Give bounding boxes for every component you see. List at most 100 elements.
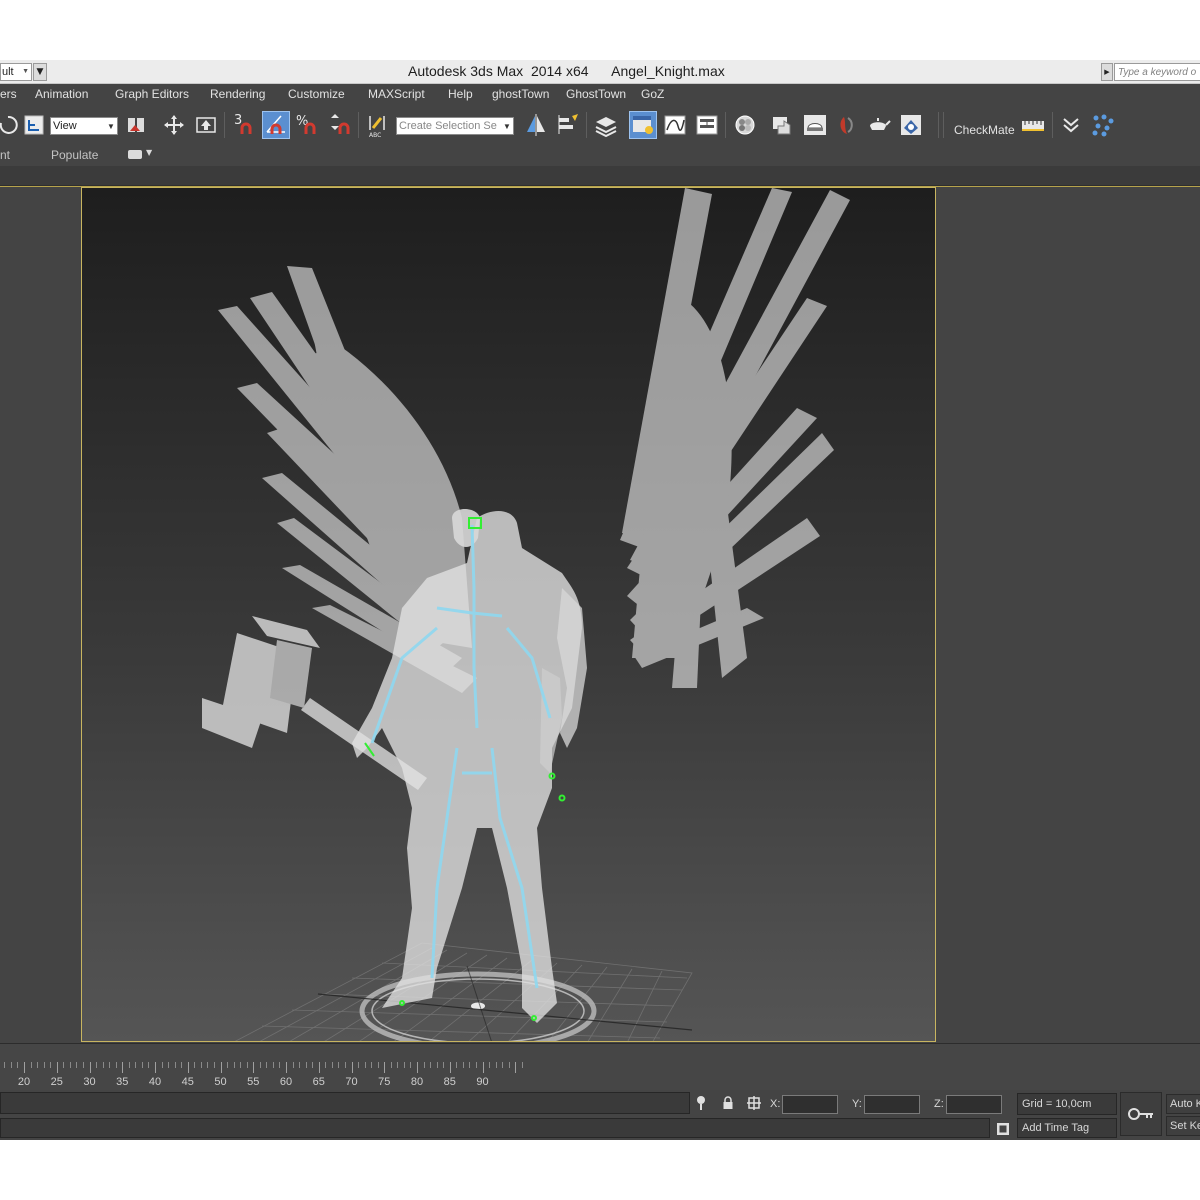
align-icon[interactable]: [554, 111, 582, 139]
y-coordinate-input[interactable]: [864, 1095, 920, 1114]
timeline-frame-label: 65: [312, 1076, 325, 1088]
menu-views[interactable]: ers: [0, 87, 17, 101]
select-rotate-icon[interactable]: [0, 111, 22, 139]
angle-snap-icon[interactable]: [262, 111, 290, 139]
checkmate-label[interactable]: CheckMate: [954, 123, 1015, 137]
particle-icon[interactable]: [1089, 111, 1117, 139]
timeline-frame-label: 50: [214, 1076, 227, 1088]
timeline-tick: [240, 1062, 242, 1068]
timeline-tick: [155, 1062, 156, 1073]
timeline-tick: [344, 1062, 346, 1068]
render-iterative-icon[interactable]: [865, 111, 893, 139]
edit-named-selection-icon[interactable]: ABC: [363, 111, 391, 139]
timeline-tick: [312, 1062, 314, 1068]
layer-manager-icon[interactable]: [592, 111, 620, 139]
set-key-mode-button[interactable]: Set Ke: [1166, 1116, 1200, 1136]
render-production-icon[interactable]: [833, 111, 861, 139]
timeline-tick: [148, 1062, 150, 1068]
menu-customize[interactable]: Customize: [288, 87, 345, 101]
timeline-tick: [462, 1062, 464, 1068]
toolbar-separator: [358, 112, 359, 138]
timeline-frame-label: 90: [476, 1076, 489, 1088]
place-icon[interactable]: [192, 111, 220, 139]
pivot-icon[interactable]: [122, 111, 150, 139]
render-setup-icon[interactable]: [769, 111, 797, 139]
reference-coord-icon[interactable]: [20, 111, 48, 139]
menu-ghosttown[interactable]: ghostTown: [492, 87, 549, 101]
material-editor-icon[interactable]: [731, 111, 759, 139]
auto-key-label: Auto K: [1170, 1098, 1200, 1110]
timeline-tick: [364, 1062, 366, 1068]
z-coordinate-input[interactable]: [946, 1095, 1002, 1114]
ruler-icon[interactable]: [1019, 111, 1047, 139]
perspective-viewport[interactable]: [81, 187, 936, 1042]
schematic-view-icon[interactable]: [693, 111, 721, 139]
search-expand-icon[interactable]: ▶: [1101, 63, 1113, 81]
maxscript-listener[interactable]: [0, 1092, 690, 1114]
timeline-tick: [331, 1062, 333, 1068]
add-time-tag-button[interactable]: Add Time Tag: [1017, 1118, 1117, 1138]
timeline-frame-label: 30: [83, 1076, 96, 1088]
named-selection-value: Create Selection Se: [399, 120, 497, 132]
timeline-frame-label: 70: [345, 1076, 358, 1088]
timeline-tick: [109, 1062, 111, 1068]
set-key-button[interactable]: [1120, 1092, 1162, 1136]
isolate-selection-icon[interactable]: [693, 1095, 709, 1111]
snap-toggle-icon[interactable]: 3: [230, 111, 258, 139]
timeline-tick: [259, 1062, 261, 1068]
move-icon[interactable]: [160, 111, 188, 139]
timeline-frame-label: 55: [247, 1076, 260, 1088]
x-coordinate-input[interactable]: [782, 1095, 838, 1114]
timeline-tick: [515, 1062, 517, 1073]
chevron-down-icon[interactable]: [1057, 111, 1085, 139]
ribbon-tab-populate[interactable]: Populate: [51, 148, 98, 162]
toolbar-separator: [586, 112, 587, 138]
mirror-icon[interactable]: [522, 111, 550, 139]
menu-graph-editors[interactable]: Graph Editors: [115, 87, 189, 101]
ribbon-panel: [0, 166, 1200, 186]
menu-goz[interactable]: GoZ: [641, 87, 664, 101]
curve-editor-icon[interactable]: [661, 111, 689, 139]
ribbon-toggle-icon[interactable]: [128, 150, 142, 159]
auto-key-button[interactable]: Auto K: [1166, 1094, 1200, 1114]
timeline-frame-label: 40: [148, 1076, 162, 1088]
menu-ghosttown-2[interactable]: GhostTown: [566, 87, 626, 101]
timeline-tick: [318, 1062, 320, 1073]
spinner-snap-icon[interactable]: [326, 111, 354, 139]
teapot-icon[interactable]: [897, 111, 925, 139]
toggle-scene-explorer-icon[interactable]: [629, 111, 657, 139]
quick-access-dropdown-icon[interactable]: ▼: [33, 63, 47, 81]
time-tag-icon[interactable]: [995, 1121, 1011, 1137]
timeline-frame-label: 75: [378, 1076, 391, 1088]
right-wing: [620, 188, 850, 688]
timeline-tick: [475, 1062, 477, 1068]
menu-help[interactable]: Help: [448, 87, 473, 101]
menu-maxscript[interactable]: MAXScript: [368, 87, 425, 101]
workspace-dropdown[interactable]: ult ▼: [0, 63, 32, 81]
timeline-tick: [43, 1062, 45, 1068]
timeline-frame-label: 60: [279, 1076, 293, 1088]
rendered-frame-icon[interactable]: [801, 111, 829, 139]
percent-snap-icon[interactable]: %: [294, 111, 322, 139]
timeline-tick: [266, 1062, 268, 1068]
set-key-label: Set Ke: [1170, 1120, 1200, 1132]
viewport-area: [0, 186, 1200, 1043]
named-selection-dropdown[interactable]: Create Selection Se ▼: [396, 117, 514, 135]
main-toolbar: View ▼ 3 % ABC Create Selection Se ▼ Che…: [0, 106, 1200, 144]
chevron-down-icon: ▼: [502, 119, 512, 133]
timeline-tick: [63, 1062, 65, 1068]
time-slider-trackbar[interactable]: 20 25 30 35 40 45 50 55 60 65 70 75 80 85 90: [0, 1043, 1200, 1090]
toolbar-separator: [725, 112, 726, 138]
timeline-tick: [436, 1062, 438, 1068]
menu-rendering[interactable]: Rendering: [210, 87, 265, 101]
search-input[interactable]: [1114, 63, 1200, 81]
timeline-tick: [469, 1062, 471, 1068]
timeline-tick: [489, 1062, 491, 1068]
ribbon-tab-object-paint[interactable]: nt: [0, 148, 10, 162]
chevron-down-icon[interactable]: ▼: [146, 148, 152, 157]
absolute-mode-icon[interactable]: [746, 1095, 762, 1111]
reference-coordinate-dropdown[interactable]: View ▼: [50, 117, 118, 135]
menu-animation[interactable]: Animation: [35, 87, 88, 101]
timeline-tick: [168, 1062, 170, 1068]
lock-icon[interactable]: [720, 1095, 736, 1111]
